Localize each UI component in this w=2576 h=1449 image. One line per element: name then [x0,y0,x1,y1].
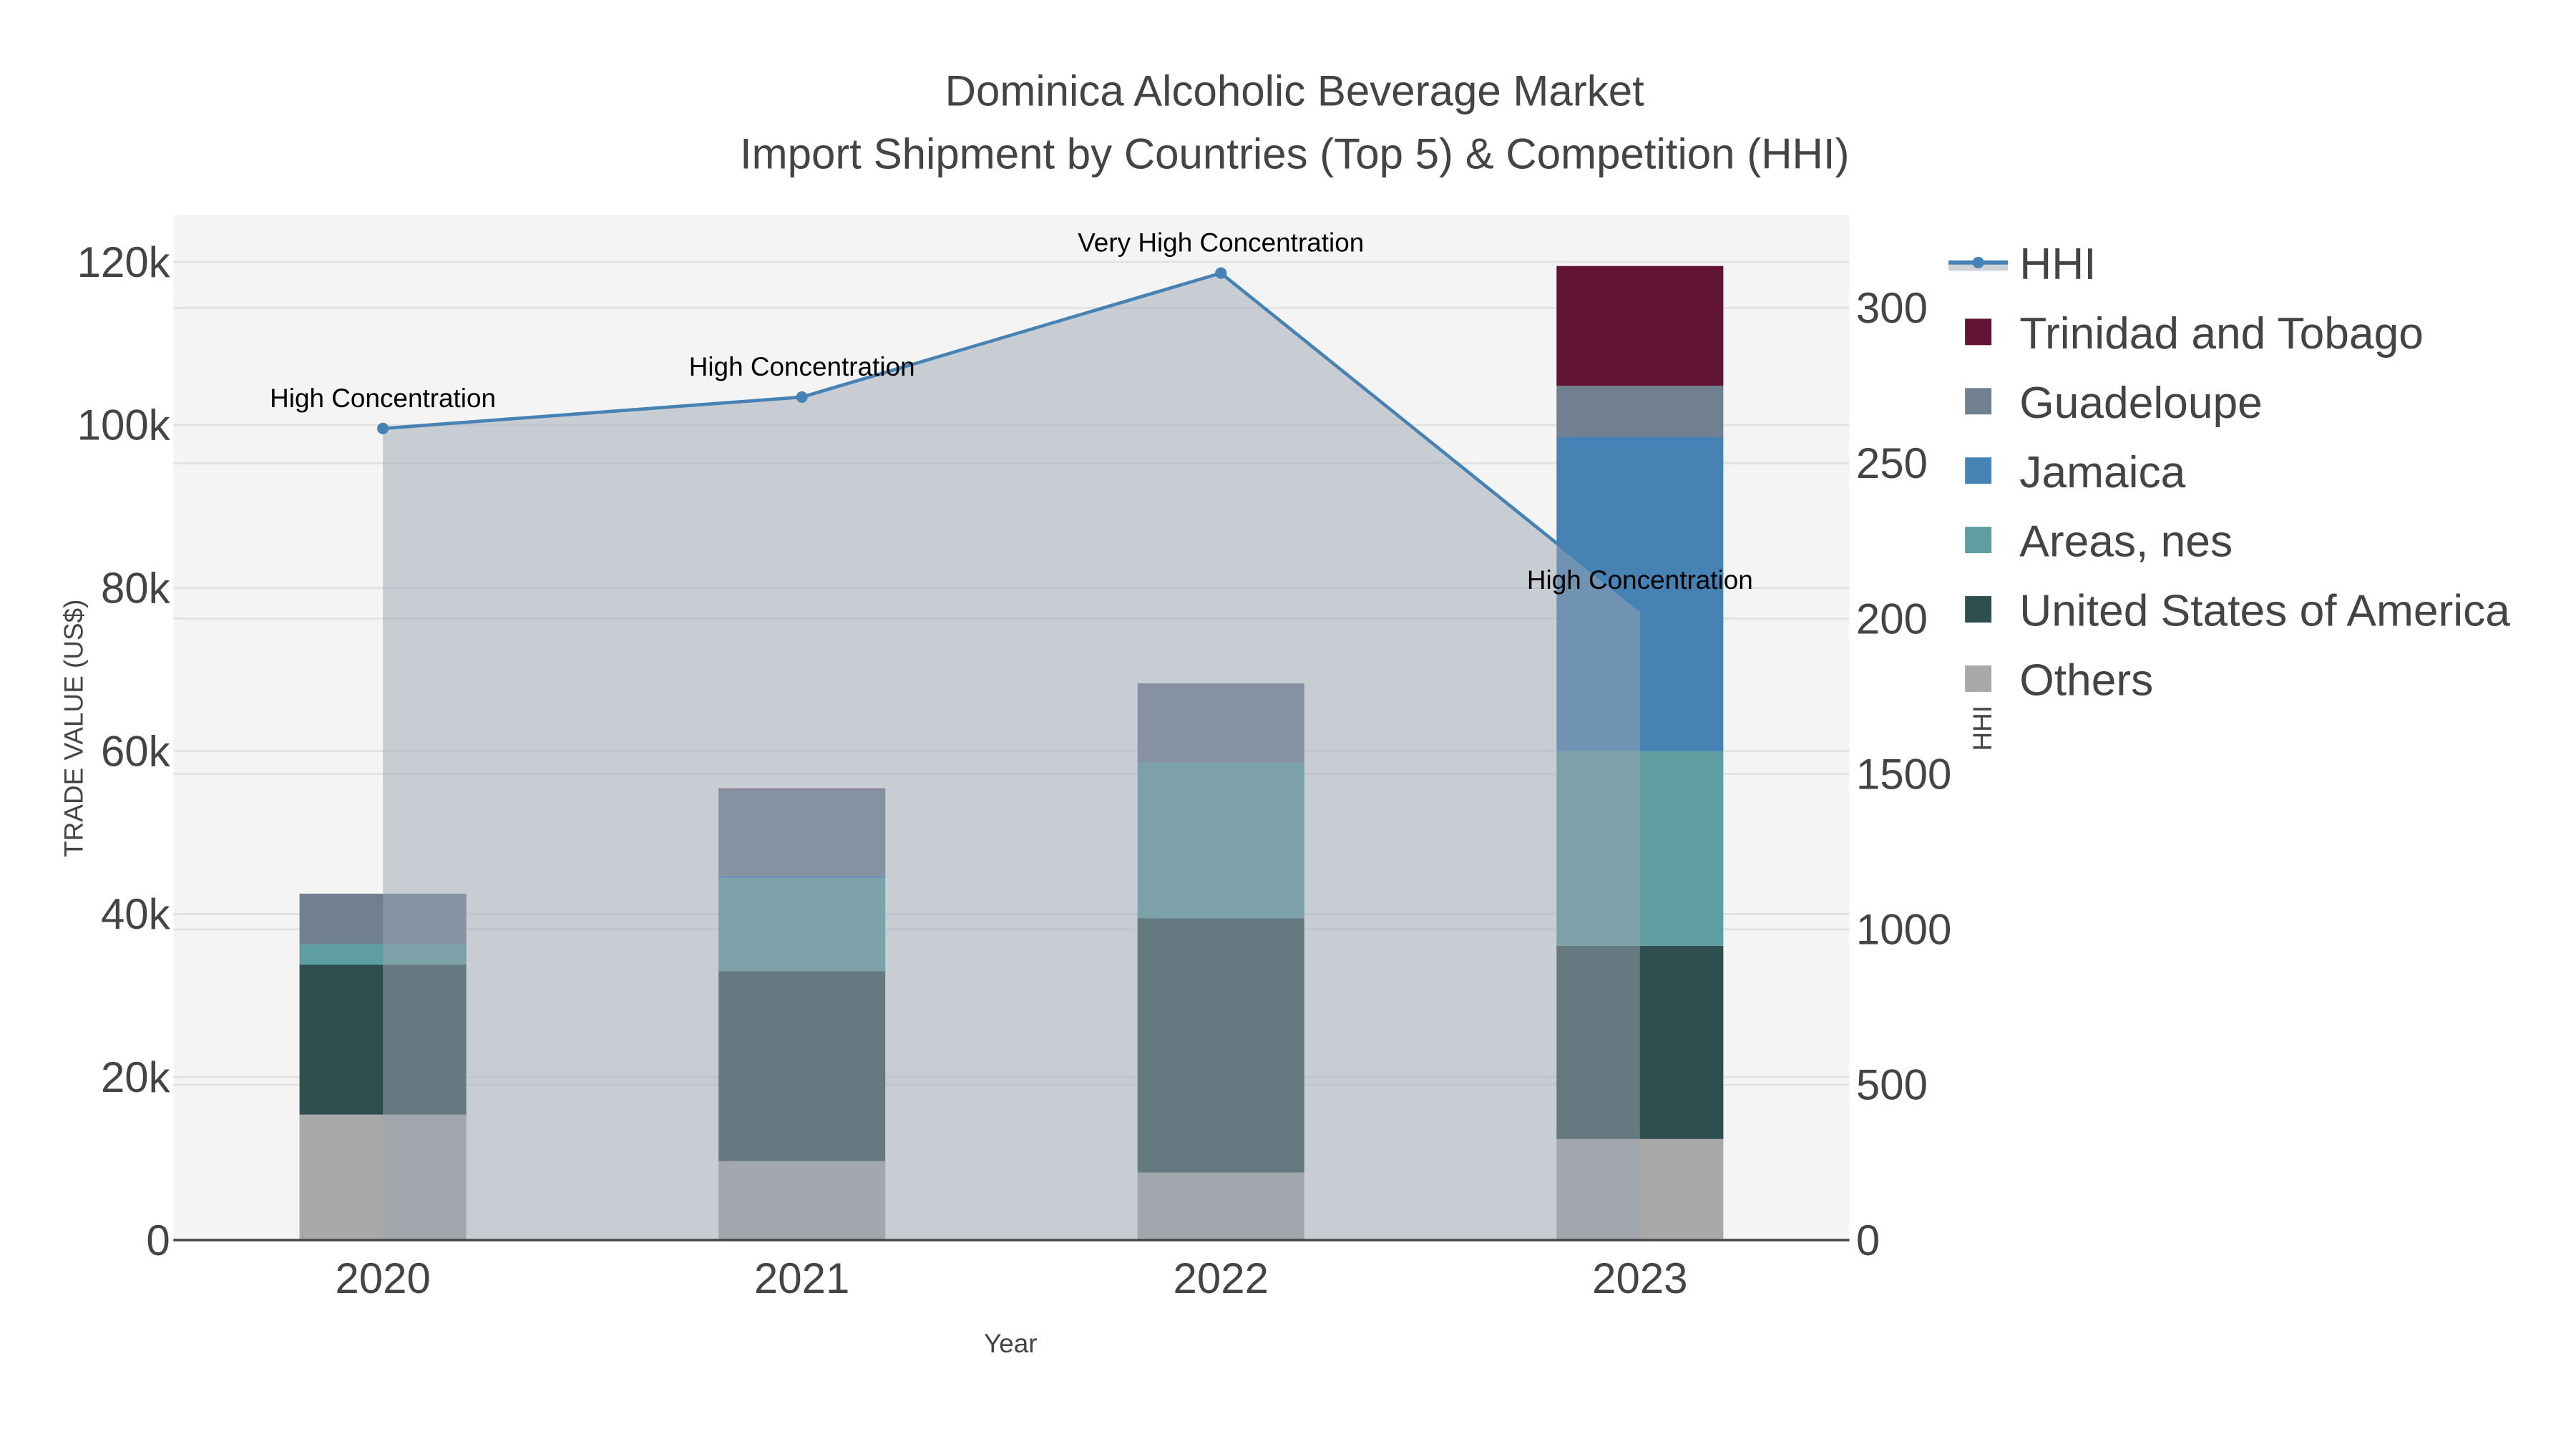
y2-tick-label: 1000 [1856,906,1951,954]
hhi-marker [377,422,389,434]
y2-tick-label: 200 [1856,595,1928,643]
legend-label: United States of America [2019,587,2510,636]
x-axis-title: Year [984,1329,1038,1358]
hhi-annotation: High Concentration [689,352,915,381]
legend-swatch [1965,596,1992,623]
y-tick-label: 20k [101,1053,171,1101]
chart: High Concentration High Concentration Very… [59,67,2510,1358]
x-tick-label: 2022 [1174,1254,1269,1302]
hhi-annotation: Very High Concentration [1078,228,1364,258]
y2-tick-label: 0 [1856,1216,1880,1264]
y-tick-label: 80k [101,565,171,613]
y2-tick-label: 250 [1856,439,1928,487]
bar-guadeloupe [1556,386,1724,437]
legend-label: Areas, nes [2019,517,2233,567]
legend-swatch [1965,388,1992,415]
legend: HHI Trinidad and Tobago Guadeloupe Jamaica A… [1948,240,2510,706]
legend-hhi-marker [1972,256,1984,268]
bar-trinidad-and-tobago [1556,265,1724,386]
y2-tick-label: 300 [1856,284,1928,332]
hhi-marker [796,391,808,403]
y2-axis-title: HHI [1968,706,1997,751]
hhi-annotation: High Concentration [1527,565,1753,595]
legend-label: Guadeloupe [2019,379,2262,428]
chart-title: Dominica Alcoholic Beverage Market [945,67,1644,115]
y2-axis-ticks: 0 500 1000 1500 200 250 300 [1856,284,1951,1264]
y-axis-title: TRADE VALUE (US$) [59,600,88,857]
y2-tick-label: 1500 [1856,750,1951,798]
legend-swatch [1965,527,1992,554]
legend-swatch [1965,318,1992,346]
legend-swatch [1965,665,1992,692]
chart-subtitle: Import Shipment by Countries (Top 5) & C… [740,130,1850,177]
legend-label: Others [2019,656,2153,706]
y-tick-label: 40k [101,890,171,938]
y-tick-label: 0 [146,1216,170,1264]
hhi-annotation: High Concentration [270,384,496,413]
x-tick-label: 2020 [335,1254,430,1302]
hhi-marker [1215,267,1227,279]
y-axis-ticks: 0 20k 40k 60k 80k 100k 120k [77,238,171,1264]
x-tick-label: 2023 [1592,1254,1687,1302]
y-tick-label: 120k [77,238,171,286]
y-tick-label: 60k [101,727,171,775]
x-tick-label: 2021 [754,1254,849,1302]
x-axis-ticks: 2020 2021 2022 2023 [335,1254,1687,1302]
y2-tick-label: 500 [1856,1061,1928,1109]
legend-swatch [1965,457,1992,484]
legend-label: Jamaica [2019,448,2185,497]
legend-label: Trinidad and Tobago [2019,309,2424,358]
legend-label-hhi: HHI [2019,240,2096,289]
y-tick-label: 100k [77,401,171,449]
